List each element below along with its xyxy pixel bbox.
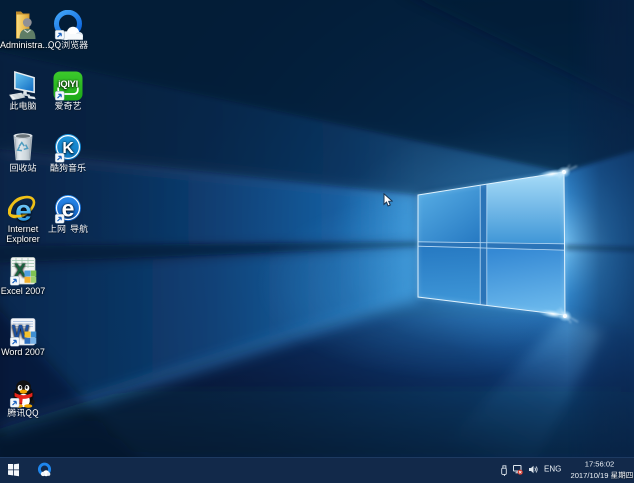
svg-text:ENG: ENG bbox=[544, 465, 561, 474]
svg-text:17:56:02: 17:56:02 bbox=[585, 460, 615, 469]
svg-text:2017/10/19: 2017/10/19 bbox=[570, 471, 608, 480]
svg-text:iQIYI: iQIYI bbox=[58, 78, 78, 89]
